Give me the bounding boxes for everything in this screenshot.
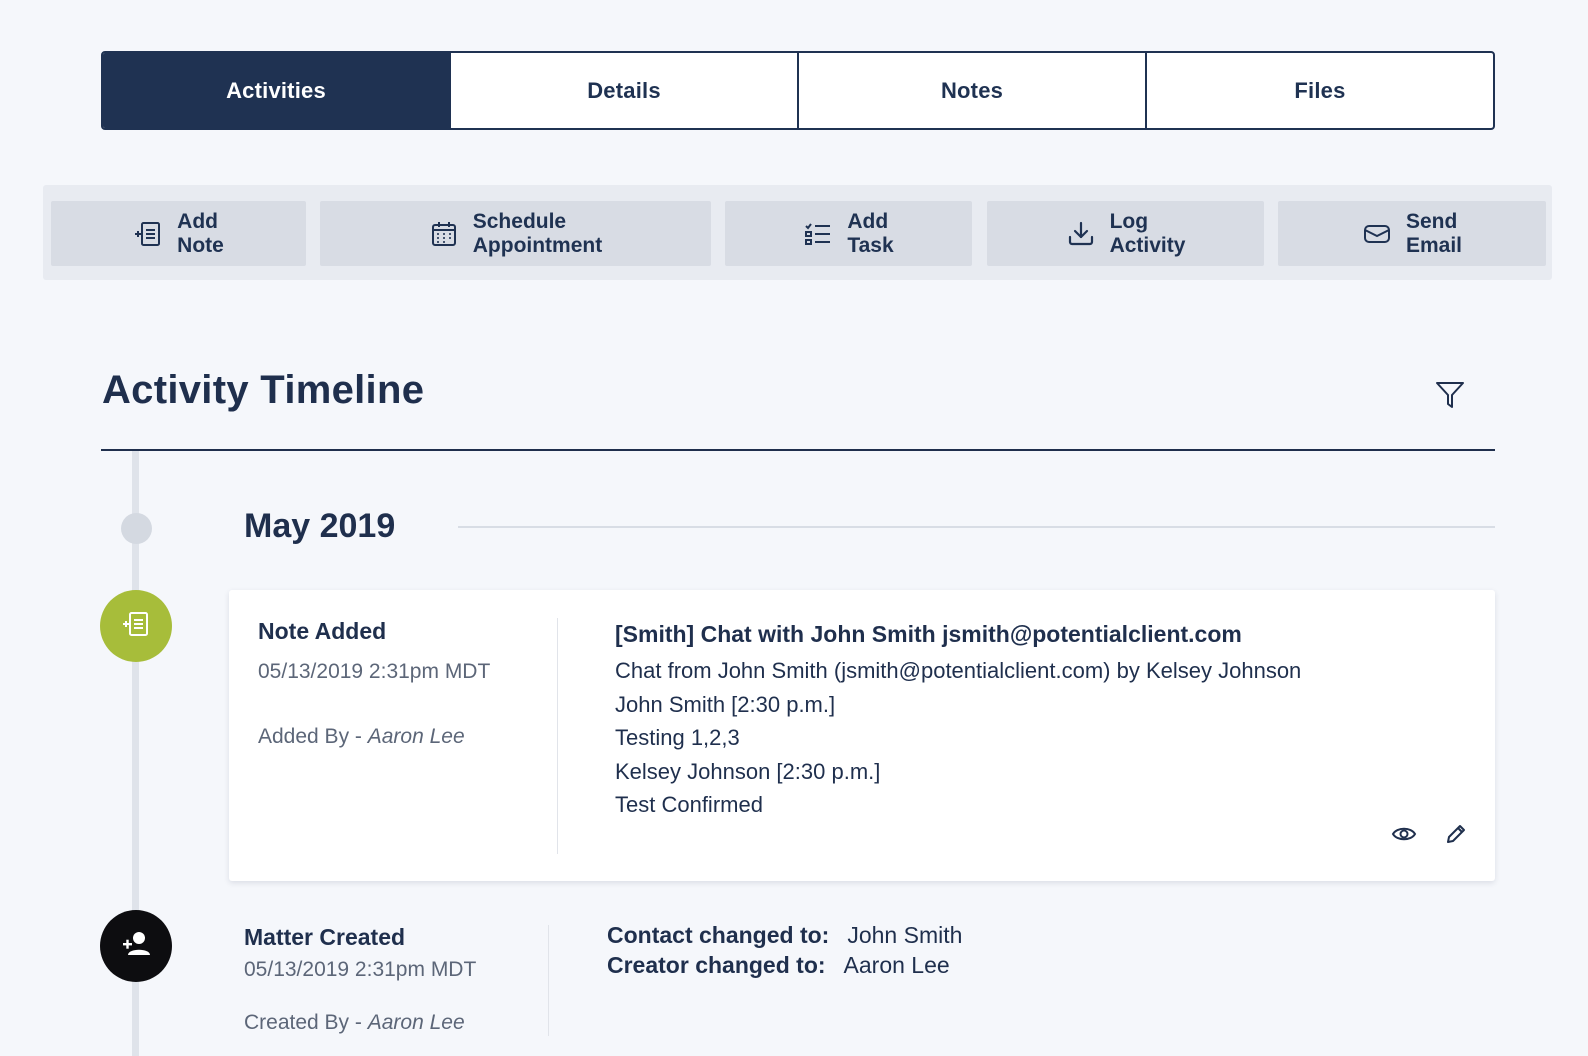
event-date: 05/13/2019 2:31pm MDT [244, 958, 477, 981]
timeline-divider [101, 449, 1495, 451]
event-title: Note Added [258, 618, 387, 644]
card-divider [557, 618, 558, 854]
add-user-icon [120, 928, 152, 965]
send-email-button[interactable]: Send Email [1278, 201, 1546, 266]
action-bar: Add Note Schedule Appointment Add Task L… [43, 185, 1552, 280]
download-icon [1066, 219, 1096, 249]
event-divider [548, 925, 549, 1036]
change-key: Contact changed to: [607, 922, 830, 948]
note-added-badge [100, 590, 172, 662]
eye-icon[interactable] [1391, 821, 1417, 847]
schedule-appointment-label: Schedule Appointment [472, 209, 603, 257]
activity-page: Activities Details Notes Files Add Note [0, 0, 1588, 1056]
note-line: Testing 1,2,3 [615, 725, 740, 750]
event-author: Created By - Aaron Lee [244, 1011, 465, 1035]
change-value: John Smith [847, 922, 963, 948]
add-note-button[interactable]: Add Note [51, 201, 306, 266]
checklist-icon [803, 219, 833, 249]
tab-activities[interactable]: Activities [103, 53, 449, 128]
event-date: 05/13/2019 2:31pm MDT [258, 660, 491, 683]
timeline-title: Activity Timeline [102, 368, 425, 412]
note-line: Test Confirmed [615, 792, 763, 817]
calendar-icon [429, 219, 459, 249]
month-marker [121, 513, 152, 544]
schedule-appointment-button[interactable]: Schedule Appointment [320, 201, 711, 266]
add-task-label: Add Task [847, 209, 894, 257]
note-line: Kelsey Johnson [2:30 p.m.] [615, 758, 881, 784]
log-activity-label: Log Activity [1109, 209, 1186, 257]
author-name: Aaron Lee [367, 725, 465, 748]
tab-bar: Activities Details Notes Files [101, 51, 1495, 130]
change-key: Creator changed to: [607, 952, 826, 978]
month-label: May 2019 [244, 507, 396, 545]
filter-icon[interactable] [1432, 377, 1468, 413]
author-label: Added By - [258, 725, 368, 748]
note-line: Chat from John Smith (jsmith@potentialcl… [615, 658, 1302, 683]
send-email-label: Send Email [1405, 209, 1463, 257]
note-subject: [Smith] Chat with John Smith jsmith@pote… [615, 621, 1242, 647]
add-note-icon [121, 609, 151, 644]
author-label: Created By - [244, 1011, 368, 1034]
change-row: Contact changed to: John Smith [607, 922, 962, 949]
note-content: [Smith] Chat with John Smith jsmith@pote… [615, 621, 1465, 822]
card-actions [1391, 821, 1469, 847]
tab-details[interactable]: Details [449, 53, 797, 128]
note-line: John Smith [2:30 p.m.] [615, 691, 836, 717]
add-task-button[interactable]: Add Task [725, 201, 972, 266]
month-divider [458, 526, 1495, 528]
matter-created-badge [100, 910, 172, 982]
note-card: Note Added 05/13/2019 2:31pm MDT Added B… [229, 590, 1495, 881]
author-name: Aaron Lee [367, 1011, 465, 1034]
event-title: Matter Created [244, 924, 406, 950]
log-activity-button[interactable]: Log Activity [987, 201, 1264, 266]
event-author: Added By - Aaron Lee [258, 725, 465, 749]
tab-notes[interactable]: Notes [797, 53, 1145, 128]
tab-files[interactable]: Files [1145, 53, 1493, 128]
pencil-icon[interactable] [1443, 821, 1469, 847]
add-note-icon [133, 219, 163, 249]
add-note-label: Add Note [177, 209, 224, 257]
envelope-icon [1362, 219, 1392, 249]
change-row: Creator changed to: Aaron Lee [607, 952, 950, 979]
change-value: Aaron Lee [843, 952, 950, 978]
